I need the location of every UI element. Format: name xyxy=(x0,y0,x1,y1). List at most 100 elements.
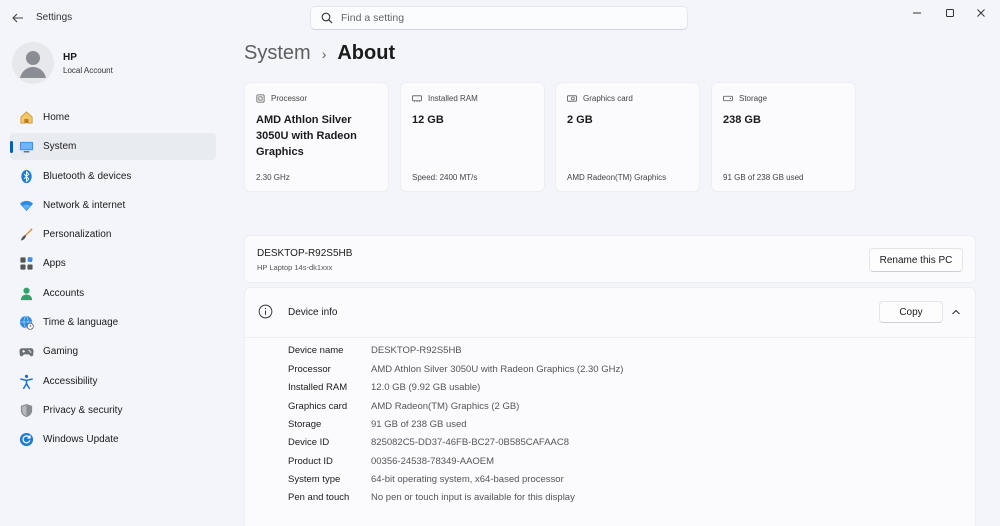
ram-icon xyxy=(412,95,422,103)
spec-row-storage: Storage 91 GB of 238 GB used xyxy=(288,419,467,430)
info-icon xyxy=(258,304,273,319)
sidebar-item-label: Network & internet xyxy=(43,199,126,211)
sidebar-item-bluetooth[interactable]: Bluetooth & devices xyxy=(10,163,216,190)
spec-key: Storage xyxy=(288,419,322,430)
spec-row-device-name: Device name DESKTOP-R92S5HB xyxy=(288,345,462,356)
spec-value: AMD Athlon Silver 3050U with Radeon Grap… xyxy=(371,363,624,375)
avatar xyxy=(12,42,54,84)
graphics-card-card: Graphics card 2 GB AMD Radeon(TM) Graphi… xyxy=(555,82,700,192)
spec-key: Processor xyxy=(288,363,331,375)
shield-icon xyxy=(18,402,34,418)
card-value: 12 GB xyxy=(412,114,444,126)
spec-row-graphics-card: Graphics card AMD Radeon(TM) Graphics (2… xyxy=(288,401,519,412)
spec-key: Device ID xyxy=(288,437,330,448)
sidebar-item-network[interactable]: Network & internet xyxy=(10,192,216,219)
processor-card: Processor AMD Athlon Silver 3050U with R… xyxy=(244,82,389,192)
update-icon xyxy=(18,432,34,448)
pc-name-card: DESKTOP-R92S5HB HP Laptop 14s-dk1xxx Ren… xyxy=(244,235,976,283)
card-subtext: 2.30 GHz xyxy=(256,173,290,182)
bluetooth-icon xyxy=(18,168,34,184)
sidebar-item-label: Accounts xyxy=(43,287,85,299)
spec-key: System type xyxy=(288,474,341,485)
card-value: AMD Athlon Silver 3050U with Radeon Grap… xyxy=(256,114,357,158)
minimize-icon[interactable] xyxy=(902,4,932,22)
card-label: Graphics card xyxy=(583,94,633,103)
device-info-header[interactable]: Device info Copy xyxy=(245,288,975,338)
sidebar-item-apps[interactable]: Apps xyxy=(10,250,216,277)
brush-icon xyxy=(18,227,34,243)
user-profile[interactable]: HP Local Account xyxy=(12,42,113,84)
sidebar-item-label: Time & language xyxy=(43,317,119,329)
card-subtext: Speed: 2400 MT/s xyxy=(412,173,478,182)
apps-icon xyxy=(18,256,34,272)
sidebar-item-label: Windows Update xyxy=(43,434,119,446)
globe-clock-icon xyxy=(18,315,34,331)
back-arrow-icon[interactable] xyxy=(8,8,28,28)
sidebar-item-gaming[interactable]: Gaming xyxy=(10,338,216,365)
spec-value: 64-bit operating system, x64-based proce… xyxy=(371,474,564,485)
spec-key: Installed RAM xyxy=(288,382,348,393)
accessibility-icon xyxy=(18,373,34,389)
sidebar-item-label: Bluetooth & devices xyxy=(43,170,132,182)
sidebar-item-home[interactable]: Home xyxy=(10,104,216,131)
sidebar-item-label: Personalization xyxy=(43,229,112,241)
spec-value: DESKTOP-R92S5HB xyxy=(371,345,462,356)
account-type: Local Account xyxy=(63,65,113,75)
spec-row-installed-ram: Installed RAM 12.0 GB (9.92 GB usable) xyxy=(288,382,480,393)
user-name: HP xyxy=(63,51,77,63)
spec-value: 825082C5-DD37-46FB-BC27-0B585CAFAAC8 xyxy=(371,437,570,448)
spec-row-system-type: System type 64-bit operating system, x64… xyxy=(288,474,564,485)
card-subtext: 91 GB of 238 GB used xyxy=(723,173,804,182)
spec-row-device-id: Device ID 825082C5-DD37-46FB-BC27-0B585C… xyxy=(288,437,569,448)
breadcrumb-system[interactable]: System xyxy=(244,42,311,65)
sidebar-item-label: System xyxy=(43,141,77,153)
storage-card: Storage 238 GB 91 GB of 238 GB used xyxy=(711,82,856,192)
maximize-icon[interactable] xyxy=(935,4,965,22)
system-icon xyxy=(18,139,34,155)
sidebar-item-accessibility[interactable]: Accessibility xyxy=(10,368,216,395)
spec-key: Device name xyxy=(288,345,344,356)
storage-icon xyxy=(723,95,733,102)
spec-key: Pen and touch xyxy=(288,492,350,503)
close-icon[interactable] xyxy=(966,4,996,22)
sidebar-item-system[interactable]: System xyxy=(10,133,216,161)
processor-icon xyxy=(256,94,265,103)
spec-row-processor: Processor AMD Athlon Silver 3050U with R… xyxy=(288,364,623,375)
sidebar-item-time-language[interactable]: Time & language xyxy=(10,309,216,336)
sidebar-item-label: Apps xyxy=(43,258,66,270)
card-value: 238 GB xyxy=(723,114,761,126)
rename-pc-button[interactable]: Rename this PC xyxy=(869,248,963,272)
title-bar: Settings xyxy=(0,0,1000,36)
sidebar-item-label: Home xyxy=(43,112,70,123)
pc-model: HP Laptop 14s-dk1xxx xyxy=(257,263,333,272)
app-title: Settings xyxy=(36,12,73,23)
spec-row-product-id: Product ID 00356-24538-78349-AAOEM xyxy=(288,456,494,467)
pc-name: DESKTOP-R92S5HB xyxy=(257,248,353,259)
gamepad-icon xyxy=(18,344,34,360)
sidebar-item-privacy[interactable]: Privacy & security xyxy=(10,397,216,424)
spec-value: No pen or touch input is available for t… xyxy=(371,492,575,503)
sidebar-item-accounts[interactable]: Accounts xyxy=(10,280,216,307)
chevron-up-icon[interactable] xyxy=(950,306,962,318)
spec-key: Product ID xyxy=(288,455,333,467)
search-input[interactable] xyxy=(341,12,641,24)
card-subtext: AMD Radeon(TM) Graphics xyxy=(567,173,667,182)
accounts-icon xyxy=(18,285,34,301)
sidebar-item-personalization[interactable]: Personalization xyxy=(10,221,216,248)
sidebar-item-label: Accessibility xyxy=(43,375,98,387)
spec-value: AMD Radeon(TM) Graphics (2 GB) xyxy=(371,400,520,412)
device-info-section: Device info Copy Device name DESKTOP-R92… xyxy=(244,287,976,526)
sidebar-item-windows-update[interactable]: Windows Update xyxy=(10,426,216,453)
device-info-title: Device info xyxy=(288,307,338,318)
spec-value: 91 GB of 238 GB used xyxy=(371,419,467,430)
wifi-icon xyxy=(18,197,34,213)
card-value: 2 GB xyxy=(567,114,593,126)
copy-button[interactable]: Copy xyxy=(879,301,943,323)
spec-value: 00356-24538-78349-AAOEM xyxy=(371,455,495,467)
card-label: Storage xyxy=(739,94,768,103)
spec-value: 12.0 GB (9.92 GB usable) xyxy=(371,382,481,393)
search-icon xyxy=(321,12,333,24)
ram-card: Installed RAM 12 GB Speed: 2400 MT/s xyxy=(400,82,545,192)
search-box[interactable] xyxy=(310,6,688,30)
card-label: Installed RAM xyxy=(428,94,478,103)
